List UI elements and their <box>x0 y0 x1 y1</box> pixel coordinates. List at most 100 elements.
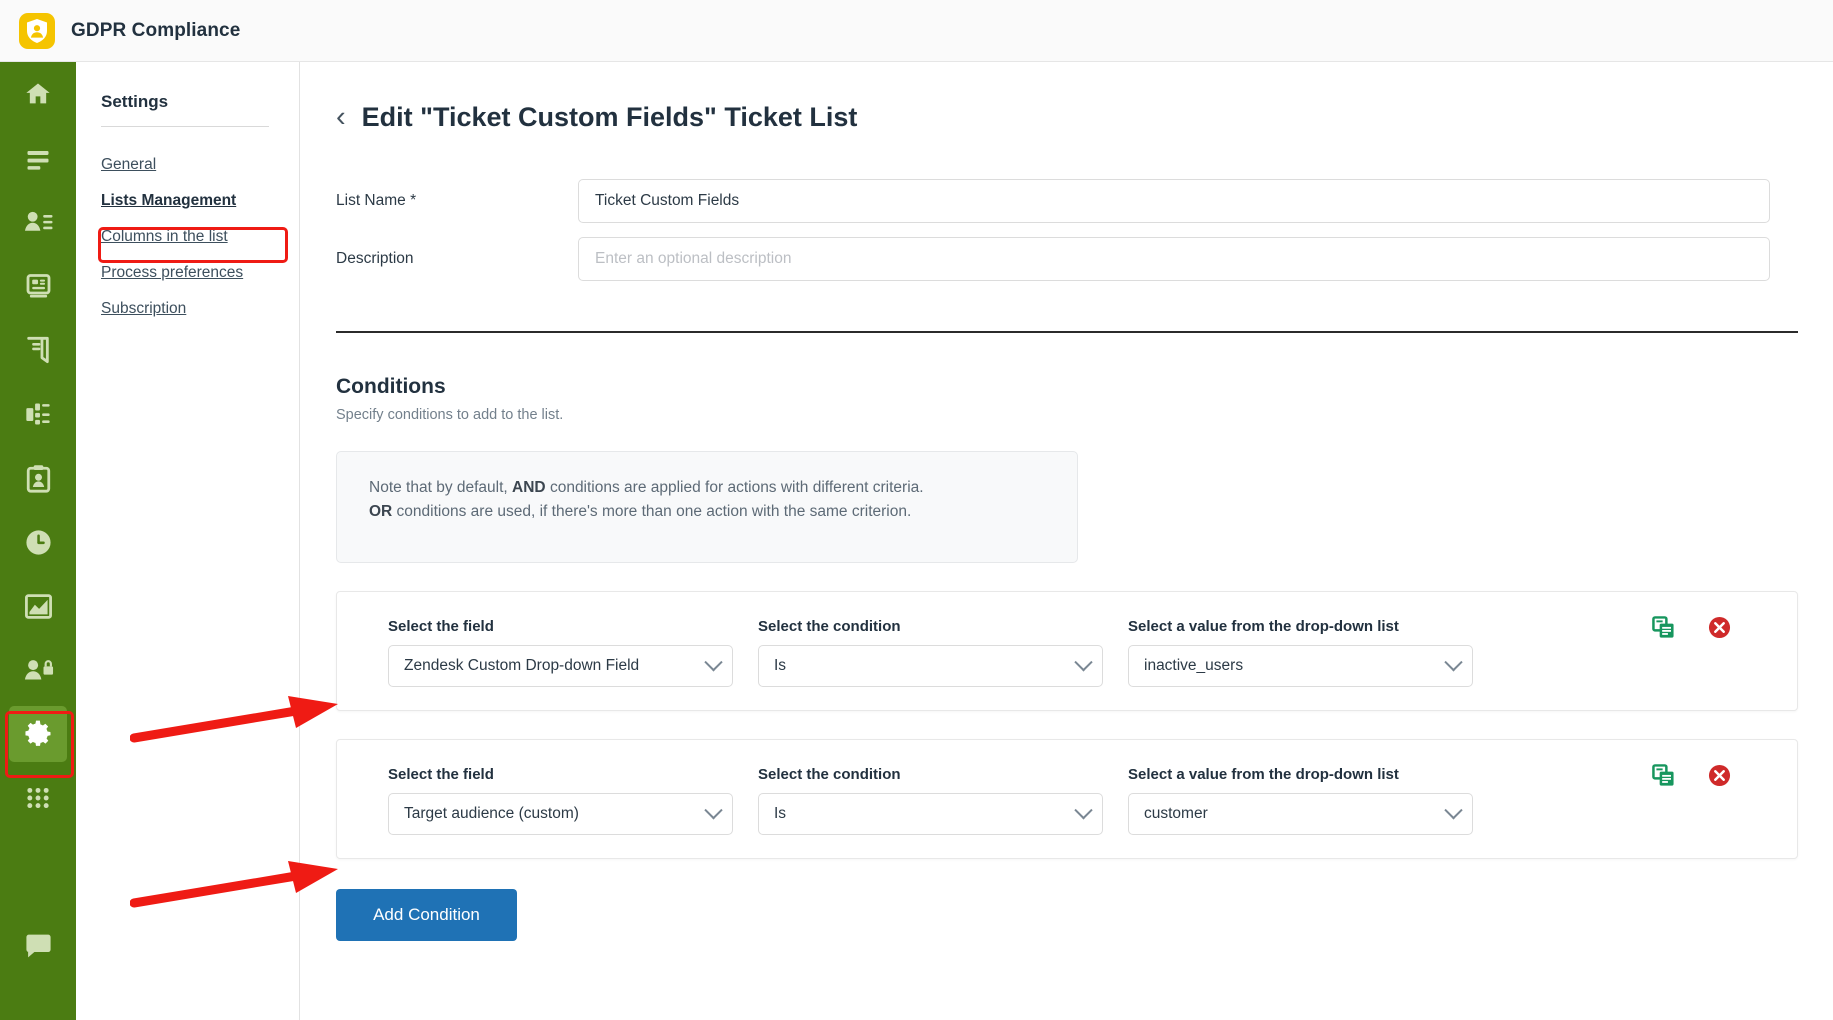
condition-operator-column: Select the condition Is <box>758 766 1128 835</box>
list-name-input[interactable] <box>578 179 1770 223</box>
app-logo <box>19 12 55 49</box>
note-or-keyword: OR <box>369 503 393 521</box>
duplicate-condition-button[interactable] <box>1652 764 1675 787</box>
conditions-note-line2: OR conditions are used, if there's more … <box>369 500 1045 524</box>
main-content: ‹ Edit "Ticket Custom Fields" Ticket Lis… <box>300 62 1833 1020</box>
conditions-subheading: Specify conditions to add to the list. <box>336 407 564 423</box>
settings-link-process-preferences[interactable]: Process preferences <box>101 255 243 291</box>
settings-link-columns-in-the-list[interactable]: Columns in the list <box>101 219 228 255</box>
condition-operator-column: Select the condition Is <box>758 618 1128 687</box>
condition-field-value: Zendesk Custom Drop-down Field <box>404 657 640 674</box>
chevron-down-icon <box>704 800 723 819</box>
settings-heading: Settings <box>101 92 169 111</box>
add-condition-button[interactable]: Add Condition <box>336 889 517 941</box>
sidebar-item-apps[interactable] <box>0 766 76 830</box>
condition-field-label: Select the field <box>388 766 494 783</box>
condition-field-select[interactable]: Zendesk Custom Drop-down Field <box>388 645 733 687</box>
sidebar-item-records[interactable] <box>0 126 76 190</box>
chevron-down-icon <box>1074 800 1093 819</box>
conditions-note: Note that by default, AND conditions are… <box>336 451 1078 563</box>
condition-value-column: Select a value from the drop-down list i… <box>1128 618 1528 687</box>
description-input[interactable] <box>578 237 1770 281</box>
note-line1-pre: Note that by default, <box>369 479 513 496</box>
settings-sidebar: Settings General Lists Management Column… <box>76 62 300 1020</box>
note-line2-post: conditions are used, if there's more tha… <box>392 503 912 521</box>
primary-navigation-rail <box>0 62 76 1020</box>
copy-icon <box>1652 764 1674 786</box>
duplicate-condition-button[interactable] <box>1652 616 1675 639</box>
chart-area-icon <box>24 593 52 619</box>
settings-link-lists-management[interactable]: Lists Management <box>101 183 236 219</box>
list-name-label: List Name * <box>336 192 417 209</box>
chevron-down-icon <box>1444 800 1463 819</box>
description-row: Description <box>336 237 1833 281</box>
sidebar-item-reports[interactable] <box>0 574 76 638</box>
settings-link-general[interactable]: General <box>101 147 156 183</box>
sidebar-item-processes[interactable] <box>0 382 76 446</box>
condition-row: Select the field Target audience (custom… <box>336 739 1798 859</box>
sidebar-item-data-subjects[interactable] <box>0 190 76 254</box>
condition-operator-label: Select the condition <box>758 618 901 635</box>
app-title: GDPR Compliance <box>71 19 241 41</box>
database-icon <box>26 274 50 298</box>
condition-actions <box>1652 764 1731 787</box>
note-line1-post: conditions are applied for actions with … <box>545 479 924 496</box>
chevron-left-icon[interactable]: ‹ <box>336 103 346 132</box>
condition-operator-select[interactable]: Is <box>758 793 1103 835</box>
page-header: ‹ Edit "Ticket Custom Fields" Ticket Lis… <box>336 102 1833 133</box>
home-icon <box>26 83 50 104</box>
note-and-keyword: AND <box>512 479 546 496</box>
clock-icon <box>25 529 51 555</box>
condition-operator-value: Is <box>774 805 787 822</box>
chevron-down-icon <box>1444 652 1463 671</box>
list-details-form: List Name * Description <box>336 179 1833 281</box>
conditions-heading: Conditions <box>336 375 446 398</box>
chevron-down-icon <box>704 652 723 671</box>
condition-value-select[interactable]: inactive_users <box>1128 645 1473 687</box>
delete-circle-icon <box>1708 764 1731 787</box>
sidebar-item-home[interactable] <box>0 62 76 126</box>
sidebar-item-assessments[interactable] <box>0 446 76 510</box>
sidebar-item-data-sources[interactable] <box>0 254 76 318</box>
condition-actions <box>1652 616 1731 639</box>
condition-operator-value: Is <box>774 657 787 674</box>
condition-field-value: Target audience (custom) <box>404 805 579 822</box>
gear-icon <box>25 720 51 746</box>
delete-condition-button[interactable] <box>1708 616 1731 639</box>
condition-field-column: Select the field Zendesk Custom Drop-dow… <box>388 618 758 687</box>
sidebar-item-support[interactable] <box>0 914 76 978</box>
person-lock-icon <box>24 659 53 679</box>
delete-circle-icon <box>1708 616 1731 639</box>
sidebar-item-access[interactable] <box>0 638 76 702</box>
sidebar-item-settings[interactable] <box>0 702 76 766</box>
condition-value-label: Select a value from the drop-down list <box>1128 618 1399 635</box>
sidebar-item-retention[interactable] <box>0 510 76 574</box>
delete-condition-button[interactable] <box>1708 764 1731 787</box>
condition-row: Select the field Zendesk Custom Drop-dow… <box>336 591 1798 711</box>
settings-divider <box>101 126 269 127</box>
clipboard-person-icon <box>26 464 50 493</box>
shield-person-icon <box>27 18 47 43</box>
condition-value-select[interactable]: customer <box>1128 793 1473 835</box>
condition-field-select[interactable]: Target audience (custom) <box>388 793 733 835</box>
page-title: Edit "Ticket Custom Fields" Ticket List <box>361 102 858 132</box>
list-icon <box>27 151 49 170</box>
sidebar-item-register[interactable] <box>0 318 76 382</box>
copy-icon <box>1652 616 1674 638</box>
condition-value-text: inactive_users <box>1144 657 1244 674</box>
condition-field-label: Select the field <box>388 618 494 635</box>
condition-value-label: Select a value from the drop-down list <box>1128 766 1399 783</box>
book-icon <box>27 336 49 364</box>
flow-chart-icon <box>26 403 50 425</box>
chevron-down-icon <box>1074 652 1093 671</box>
condition-field-column: Select the field Target audience (custom… <box>388 766 758 835</box>
app-header: GDPR Compliance <box>0 0 1833 62</box>
section-divider <box>336 331 1798 333</box>
person-list-icon <box>24 211 52 231</box>
chat-icon <box>25 934 51 957</box>
settings-link-subscription[interactable]: Subscription <box>101 291 186 327</box>
description-label: Description <box>336 250 414 267</box>
list-name-row: List Name * <box>336 179 1833 223</box>
conditions-note-line1: Note that by default, AND conditions are… <box>369 476 1045 500</box>
condition-operator-select[interactable]: Is <box>758 645 1103 687</box>
